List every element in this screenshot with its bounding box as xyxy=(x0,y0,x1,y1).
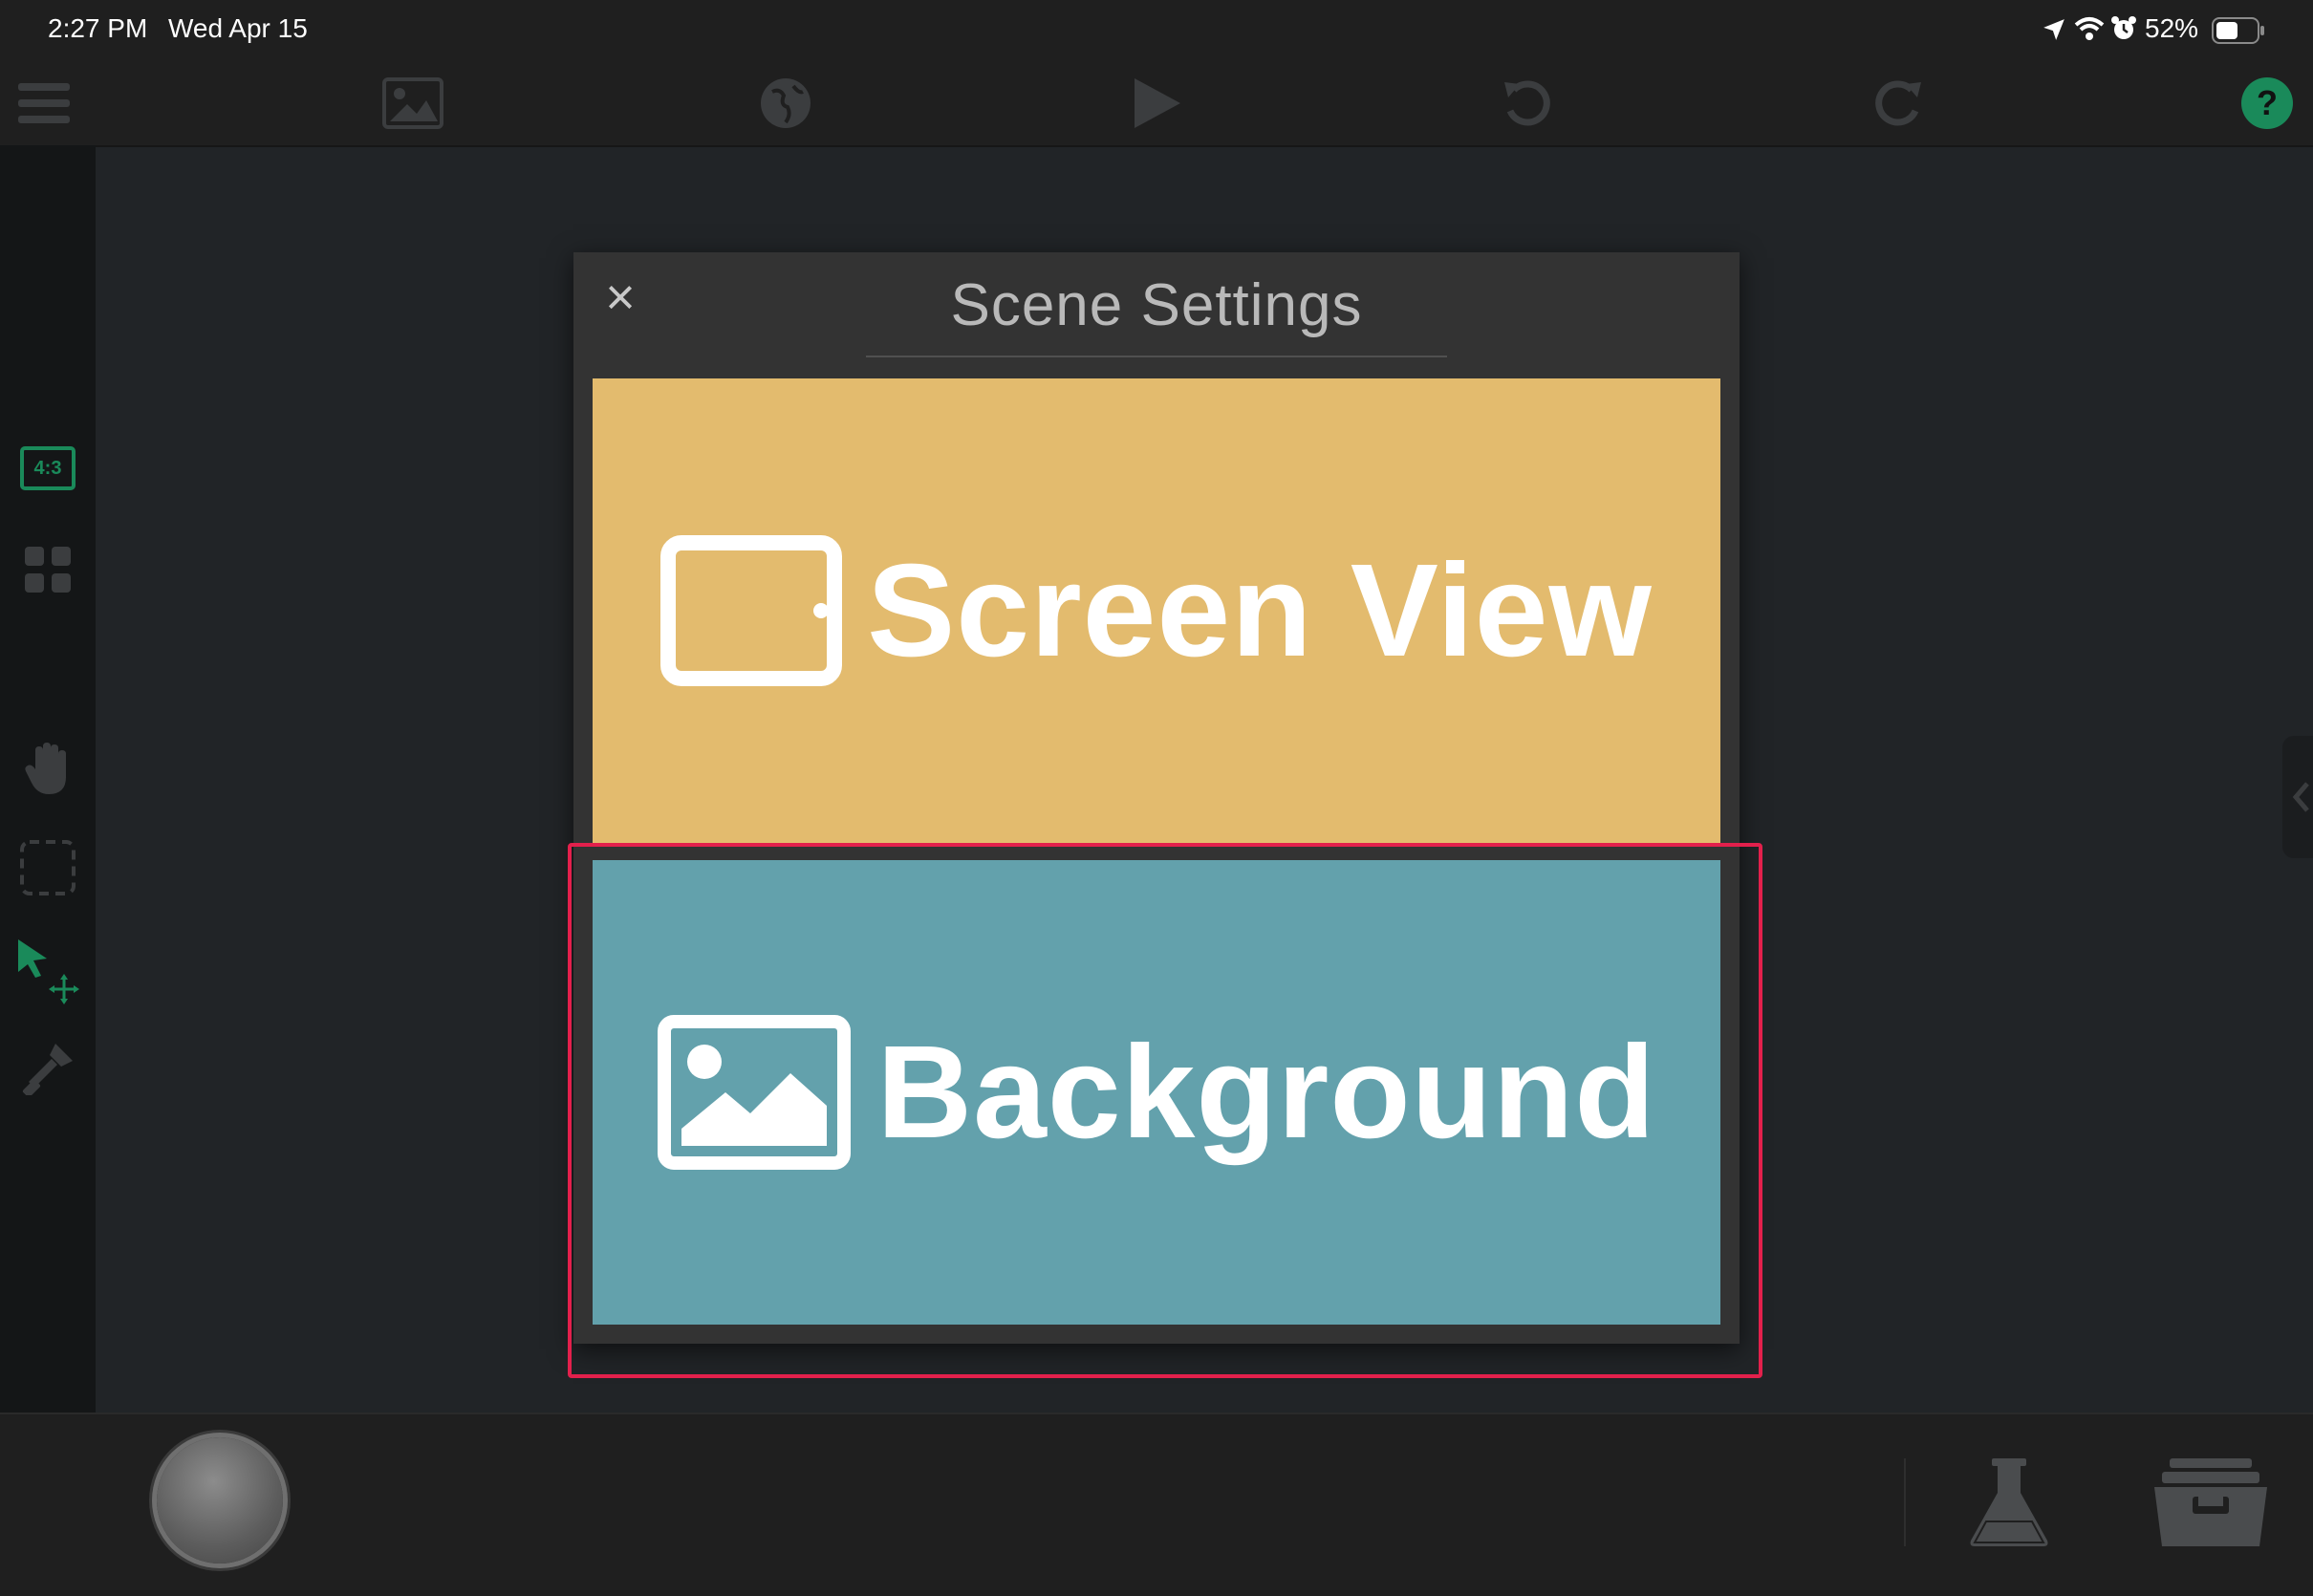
status-bar: 2:27 PM Wed Apr 15 52% xyxy=(0,0,2313,61)
selection-icon[interactable] xyxy=(13,833,82,902)
globe-icon[interactable] xyxy=(751,69,820,138)
scene-settings-dialog: × Scene Settings Screen View Background xyxy=(573,252,1740,1344)
wifi-icon xyxy=(2074,17,2105,40)
redo-icon[interactable] xyxy=(1864,69,1933,138)
undo-icon[interactable] xyxy=(1493,69,1562,138)
stamp-icon[interactable] xyxy=(13,1034,82,1103)
archive-icon[interactable] xyxy=(2152,1453,2269,1555)
background-label: Background xyxy=(876,1018,1656,1166)
background-option[interactable]: Background xyxy=(593,860,1720,1325)
svg-text:?: ? xyxy=(2257,83,2278,122)
menu-icon[interactable] xyxy=(10,69,78,138)
status-time: 2:27 PM xyxy=(48,13,148,43)
chevron-left-icon xyxy=(2292,782,2309,812)
grid-icon[interactable] xyxy=(13,535,82,604)
hand-icon[interactable] xyxy=(13,734,82,803)
battery-percent: 52% xyxy=(2145,13,2199,43)
screen-view-label: Screen View xyxy=(867,536,1653,684)
alarm-icon xyxy=(2111,16,2136,39)
side-panel-tab[interactable] xyxy=(2282,736,2313,858)
location-icon xyxy=(2043,19,2064,40)
record-button[interactable] xyxy=(157,1437,283,1564)
help-icon[interactable]: ? xyxy=(2233,69,2302,138)
aspect-ratio-icon[interactable]: 4:3 xyxy=(13,434,82,503)
tablet-icon xyxy=(660,535,843,686)
dialog-title: Scene Settings xyxy=(950,272,1363,338)
title-divider xyxy=(866,356,1447,357)
status-date: Wed Apr 15 xyxy=(168,13,308,43)
screen-view-option[interactable]: Screen View xyxy=(593,378,1720,843)
move-cursor-icon[interactable] xyxy=(13,937,82,1005)
bottom-divider xyxy=(1904,1458,1906,1546)
image-icon xyxy=(658,1015,852,1170)
play-icon[interactable] xyxy=(1122,69,1191,138)
aspect-ratio-label: 4:3 xyxy=(20,446,76,490)
battery-icon xyxy=(2212,17,2264,44)
flask-icon[interactable] xyxy=(1963,1456,2055,1553)
image-icon[interactable] xyxy=(378,69,447,138)
